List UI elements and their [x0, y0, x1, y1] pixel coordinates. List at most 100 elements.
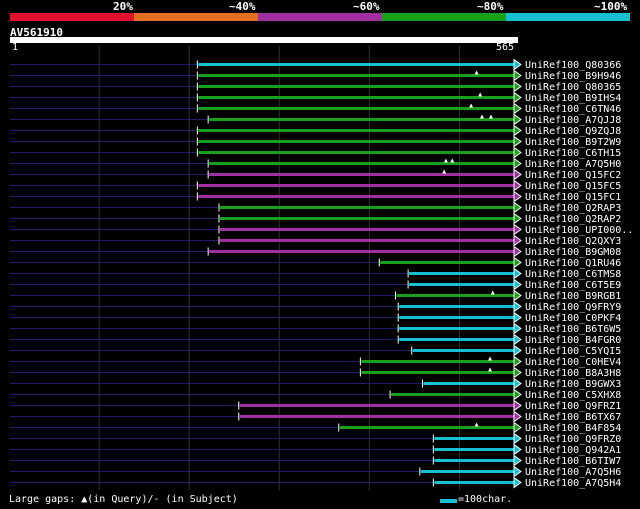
hit-label: UniRef100_Q80366 — [525, 60, 621, 71]
hit-bar — [209, 173, 517, 176]
query-gap-marker — [442, 169, 447, 174]
hit-arrowhead — [513, 234, 522, 247]
hit-label: UniRef100_A7Q5H4 — [525, 478, 621, 489]
hit-label: UniRef100_B6T6W5 — [525, 324, 621, 335]
hit-bar — [209, 118, 517, 121]
hit-arrowhead — [513, 58, 522, 71]
hit-bar — [239, 404, 516, 407]
hit-label: UniRef100_C5YQI5 — [525, 346, 621, 357]
hit-arrowhead — [513, 388, 522, 401]
hit-arrowhead — [513, 432, 522, 445]
hit-label: UniRef100_B8A3H8 — [525, 368, 621, 379]
hit-bar — [434, 481, 516, 484]
hit-label: UniRef100_C6T5E9 — [525, 280, 621, 291]
hit-arrowhead — [513, 256, 522, 269]
hit-label: UniRef100_Q9ZQJ8 — [525, 126, 621, 137]
hit-bar — [396, 294, 516, 297]
hit-arrowhead — [513, 443, 522, 456]
hit-label: UniRef100_B4FGR0 — [525, 335, 621, 346]
hit-bar — [219, 239, 516, 242]
hit-bar — [209, 162, 517, 165]
hit-arrowhead — [513, 278, 522, 291]
hit-label: UniRef100_B9GM08 — [525, 247, 621, 258]
hit-arrowhead — [513, 212, 522, 225]
hit-arrowhead — [513, 344, 522, 357]
hit-bar — [198, 85, 516, 88]
hit-bar — [399, 316, 516, 319]
hit-label: UniRef100_Q2RAP3 — [525, 203, 621, 214]
hit-bar — [434, 437, 516, 440]
hit-label: UniRef100_C0HEV4 — [525, 357, 621, 368]
hit-label: UniRef100_C0PKF4 — [525, 313, 621, 324]
hit-bar — [380, 261, 516, 264]
hit-label: UniRef100_Q15FC1 — [525, 192, 621, 203]
hit-bar — [198, 151, 516, 154]
hit-arrowhead — [513, 157, 522, 170]
hit-bar — [219, 206, 516, 209]
hit-label: UniRef100_Q15FC5 — [525, 181, 621, 192]
hit-label: UniRef100_Q80365 — [525, 82, 621, 93]
hit-label: UniRef100_Q15FC2 — [525, 170, 621, 181]
hit-arrowhead — [513, 399, 522, 412]
hit-bar — [239, 415, 516, 418]
query-gap-marker — [488, 114, 493, 119]
hit-arrowhead — [513, 366, 522, 379]
hit-bar — [391, 393, 516, 396]
hit-bar — [409, 272, 516, 275]
hit-bar — [409, 283, 516, 286]
hit-label: UniRef100_Q942A1 — [525, 445, 621, 456]
hit-bar — [434, 448, 516, 451]
hit-arrowhead — [513, 289, 522, 302]
hit-arrowhead — [513, 267, 522, 280]
hit-bar — [361, 360, 516, 363]
hit-arrowhead — [513, 179, 522, 192]
hit-bar — [219, 228, 516, 231]
hit-label: UniRef100_B4F854 — [525, 423, 621, 434]
hit-arrowhead — [513, 322, 522, 335]
hit-arrowhead — [513, 146, 522, 159]
hit-bar — [198, 107, 516, 110]
hit-arrowhead — [513, 300, 522, 313]
hit-bar — [209, 250, 517, 253]
hit-arrowhead — [513, 333, 522, 346]
hit-label: UniRef100_Q9FRZ1 — [525, 401, 621, 412]
hit-label: UniRef100_C6TMS8 — [525, 269, 621, 280]
hit-label: UniRef100_A7Q5H0 — [525, 159, 621, 170]
scale-label: =100char. — [458, 494, 513, 505]
hit-arrowhead — [513, 311, 522, 324]
query-gap-marker — [490, 290, 495, 295]
hit-label: UniRef100_Q9FRY9 — [525, 302, 621, 313]
query-gap-marker — [478, 92, 483, 97]
hit-arrowhead — [513, 476, 522, 489]
hit-arrowhead — [513, 377, 522, 390]
hit-arrowhead — [513, 245, 522, 258]
alignment-chart: UniRef100_Q80366UniRef100_B9H946UniRef10… — [10, 46, 633, 490]
hit-bar — [399, 327, 516, 330]
large-gaps-legend: Large gaps: ▲(in Query)/- (in Subject) — [9, 494, 238, 505]
scale-swatch — [440, 499, 457, 503]
hit-arrowhead — [513, 113, 522, 126]
hit-label: UniRef100_Q2RAP2 — [525, 214, 621, 225]
query-gap-marker — [474, 422, 479, 427]
hit-bar — [399, 338, 516, 341]
hit-label: UniRef100_Q1RU46 — [525, 258, 621, 269]
query-gap-marker — [488, 356, 493, 361]
query-gap-marker — [469, 103, 474, 108]
hit-bar — [198, 140, 516, 143]
hit-arrowhead — [513, 91, 522, 104]
hit-label: UniRef100_B9T2W9 — [525, 137, 621, 148]
hit-bar — [198, 96, 516, 99]
query-gap-marker — [488, 367, 493, 372]
hit-bar — [339, 426, 516, 429]
hit-arrowhead — [513, 69, 522, 82]
hit-arrowhead — [513, 102, 522, 115]
hit-label: UniRef100_B9GWX3 — [525, 379, 621, 390]
hit-label: UniRef100_A7Q5H6 — [525, 467, 621, 478]
hit-label: UniRef100_A7QJJ8 — [525, 115, 621, 126]
hit-arrowhead — [513, 124, 522, 137]
hit-arrowhead — [513, 190, 522, 203]
hit-arrowhead — [513, 410, 522, 423]
query-gap-marker — [450, 158, 455, 163]
hit-bar — [423, 382, 516, 385]
hit-arrowhead — [513, 421, 522, 434]
